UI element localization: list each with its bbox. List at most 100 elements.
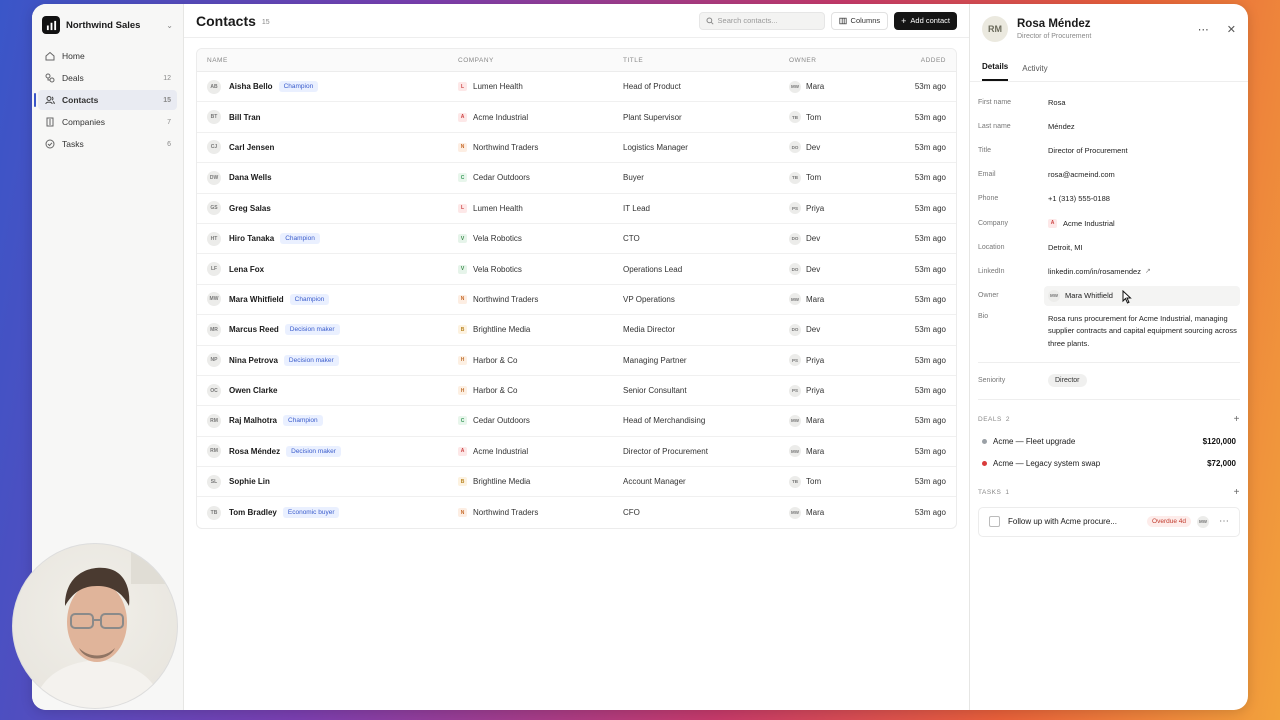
- cell-added: 53m ago: [914, 173, 946, 183]
- table-row[interactable]: SL Sophie Lin B Brightline Media Account Man…: [197, 467, 956, 498]
- field-label: Seniority: [978, 377, 1006, 385]
- task-item[interactable]: Follow up with Acme procure... Overdue 4…: [978, 506, 1240, 537]
- company-name[interactable]: Northwind Traders: [473, 508, 538, 517]
- more-icon[interactable]: ⋯: [1219, 516, 1229, 527]
- company-name[interactable]: Harbor & Co: [473, 386, 517, 395]
- company-name[interactable]: Cedar Outdoors: [473, 173, 530, 182]
- table-row[interactable]: MW Mara Whitfield Champion N Northwind Trade…: [197, 285, 956, 316]
- deal-item[interactable]: Acme — Legacy system swap $72,000: [970, 452, 1248, 475]
- contact-name[interactable]: Raj Malhotra: [229, 416, 277, 425]
- contact-name[interactable]: Rosa Méndez: [229, 447, 280, 456]
- table-row[interactable]: LF Lena Fox V Vela Robotics Operations Lead D…: [197, 254, 956, 285]
- table-row[interactable]: OC Owen Clarke H Harbor & Co Senior Consulta…: [197, 376, 956, 407]
- role-tag: Decision maker: [283, 354, 339, 366]
- linkedin-link[interactable]: linkedin.com/in/rosamendez: [1048, 267, 1141, 276]
- sidebar-item-deals[interactable]: Deals 12: [38, 68, 177, 88]
- columns-button[interactable]: Columns: [830, 11, 889, 30]
- column-header-owner[interactable]: OWNER: [789, 57, 869, 64]
- sidebar-item-companies[interactable]: Companies 7: [38, 112, 177, 132]
- company-name[interactable]: Cedar Outdoors: [473, 416, 530, 425]
- table-row[interactable]: AB Aisha Bello Champion L Lumen Health Head o…: [197, 72, 956, 103]
- company-name[interactable]: Brightline Media: [473, 477, 530, 486]
- contact-name[interactable]: Sophie Lin: [229, 477, 270, 486]
- company-name[interactable]: Northwind Traders: [473, 143, 538, 152]
- company-icon: N: [458, 142, 467, 152]
- contact-name[interactable]: Aisha Bello: [229, 82, 273, 91]
- contact-name[interactable]: Marcus Reed: [229, 325, 279, 334]
- contact-name[interactable]: Tom Bradley: [229, 508, 277, 517]
- column-header-title[interactable]: TITLE: [623, 57, 789, 64]
- add-deal-icon[interactable]: +: [1234, 414, 1240, 425]
- column-header-added[interactable]: ADDED: [869, 57, 956, 64]
- table-row[interactable]: HT Hiro Tanaka Champion V Vela Robotics CTO DO…: [197, 224, 956, 255]
- field-value[interactable]: linkedin.com/in/rosamendez ↗: [1048, 267, 1240, 276]
- table-row[interactable]: NP Nina Petrova Decision maker H Harbor & Co…: [197, 346, 956, 376]
- contact-name[interactable]: Hiro Tanaka: [229, 234, 274, 243]
- detail-header: RM Rosa Méndez Director of Procurement ⋯…: [970, 4, 1248, 54]
- add-task-icon[interactable]: +: [1234, 487, 1240, 498]
- field-value[interactable]: rosa@acmeind.com: [1048, 170, 1240, 179]
- company-name[interactable]: Lumen Health: [473, 204, 523, 213]
- task-checkbox[interactable]: [989, 516, 1000, 528]
- table-row[interactable]: MR Marcus Reed Decision maker B Brightline M…: [197, 315, 956, 346]
- sidebar-item-contacts[interactable]: Contacts 15: [34, 90, 177, 110]
- company-name[interactable]: Vela Robotics: [473, 234, 522, 243]
- contact-name[interactable]: Carl Jensen: [229, 143, 274, 152]
- company-name[interactable]: Acme Industrial: [473, 447, 528, 456]
- contact-name[interactable]: Greg Salas: [229, 204, 271, 213]
- field-value[interactable]: Rosa runs procurement for Acme Industria…: [1048, 313, 1240, 351]
- contact-name[interactable]: Lena Fox: [229, 265, 264, 274]
- column-header-name[interactable]: NAME: [197, 57, 458, 64]
- field-value[interactable]: Director of Procurement: [1048, 146, 1240, 155]
- workspace-switcher[interactable]: Northwind Sales ⌄: [38, 12, 177, 38]
- field-value[interactable]: Rosa: [1048, 98, 1240, 107]
- table-row[interactable]: BT Bill Tran A Acme Industrial Plant Supervi…: [197, 102, 956, 133]
- company-name[interactable]: Harbor & Co: [473, 356, 517, 365]
- deals-count: 2: [1005, 416, 1010, 424]
- company-name[interactable]: Vela Robotics: [473, 265, 522, 274]
- owner-selector[interactable]: MW Mara Whitfield: [1044, 285, 1240, 306]
- cell-owner: TB Tom: [789, 171, 869, 184]
- table-row[interactable]: DW Dana Wells C Cedar Outdoors Buyer TB Tom 53m…: [197, 163, 956, 194]
- sidebar-item-home[interactable]: Home: [38, 46, 177, 66]
- tab-details[interactable]: Details: [982, 62, 1009, 81]
- contact-name[interactable]: Nina Petrova: [229, 356, 278, 365]
- cell-company: N Northwind Traders: [458, 142, 623, 152]
- company-name[interactable]: Acme Industrial: [473, 113, 528, 122]
- deal-name: Acme — Fleet upgrade: [993, 436, 1076, 446]
- contact-name[interactable]: Mara Whitfield: [229, 295, 284, 304]
- contact-name[interactable]: Owen Clarke: [229, 386, 277, 395]
- field-value[interactable]: Detroit, MI: [1048, 243, 1240, 252]
- cell-title: Managing Partner: [623, 355, 687, 365]
- close-icon[interactable]: ✕: [1227, 23, 1236, 36]
- cell-name: SL Sophie Lin: [197, 474, 458, 489]
- company-name[interactable]: Northwind Traders: [473, 295, 538, 304]
- field-value[interactable]: A Acme Industrial: [1048, 218, 1240, 228]
- field-value[interactable]: Méndez: [1048, 122, 1240, 131]
- table-row[interactable]: RM Raj Malhotra Champion C Cedar Outdoors Hea…: [197, 406, 956, 437]
- table-row[interactable]: CJ Carl Jensen N Northwind Traders Logistics…: [197, 133, 956, 164]
- seniority-chip[interactable]: Director: [1048, 374, 1087, 388]
- deal-item[interactable]: Acme — Fleet upgrade $120,000: [970, 430, 1248, 453]
- company-name[interactable]: Brightline Media: [473, 325, 530, 334]
- more-icon[interactable]: ⋯: [1198, 23, 1209, 36]
- table-row[interactable]: TB Tom Bradley Economic buyer N Northwind Tr…: [197, 497, 956, 527]
- sidebar-item-tasks[interactable]: Tasks 6: [38, 134, 177, 154]
- add-contact-button[interactable]: + Add contact: [894, 11, 957, 30]
- company-name[interactable]: Lumen Health: [473, 82, 523, 91]
- search-box[interactable]: [698, 11, 825, 30]
- tab-activity[interactable]: Activity: [1022, 64, 1047, 81]
- table-row[interactable]: RM Rosa Méndez Decision maker A Acme Industr…: [197, 437, 956, 468]
- avatar: LF: [207, 262, 221, 277]
- contact-name[interactable]: Bill Tran: [229, 113, 261, 122]
- table-row[interactable]: GS Greg Salas L Lumen Health IT Lead PS Priya 5…: [197, 194, 956, 224]
- contact-name[interactable]: Dana Wells: [229, 173, 272, 182]
- contacts-count: 15: [261, 19, 270, 26]
- field-value[interactable]: +1 (313) 555-0188: [1048, 194, 1240, 203]
- column-header-company[interactable]: COMPANY: [458, 57, 623, 64]
- search-input[interactable]: [717, 16, 818, 25]
- field-label: Last name: [978, 122, 1011, 130]
- cell-name: DW Dana Wells: [197, 170, 458, 185]
- external-link-icon[interactable]: ↗: [1145, 267, 1151, 275]
- cell-company: B Brightline Media: [458, 325, 623, 335]
